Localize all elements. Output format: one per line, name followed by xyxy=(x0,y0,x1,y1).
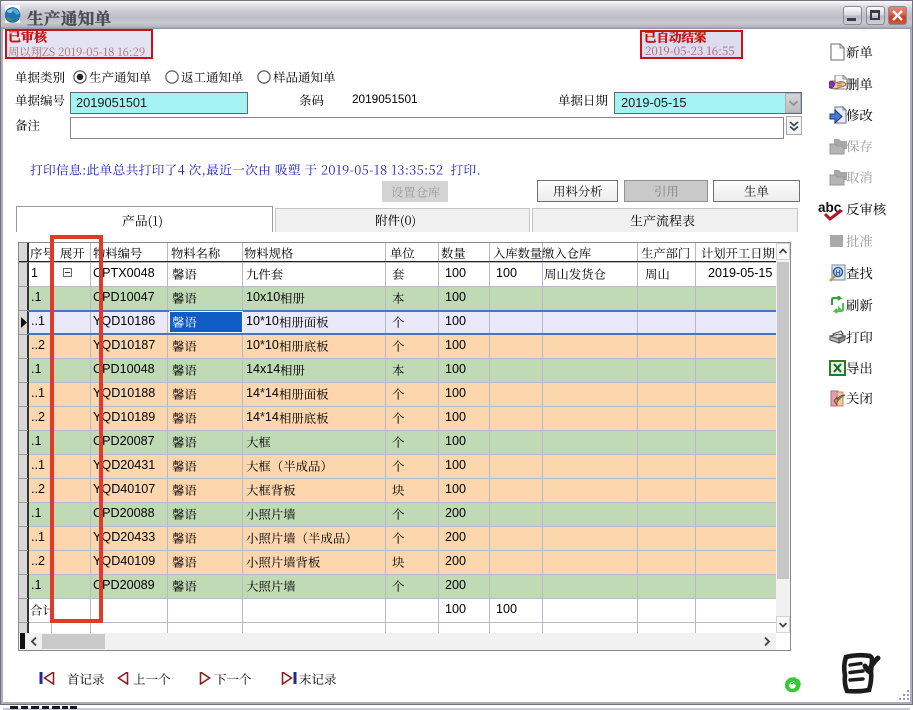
svg-text:H: H xyxy=(835,270,840,277)
